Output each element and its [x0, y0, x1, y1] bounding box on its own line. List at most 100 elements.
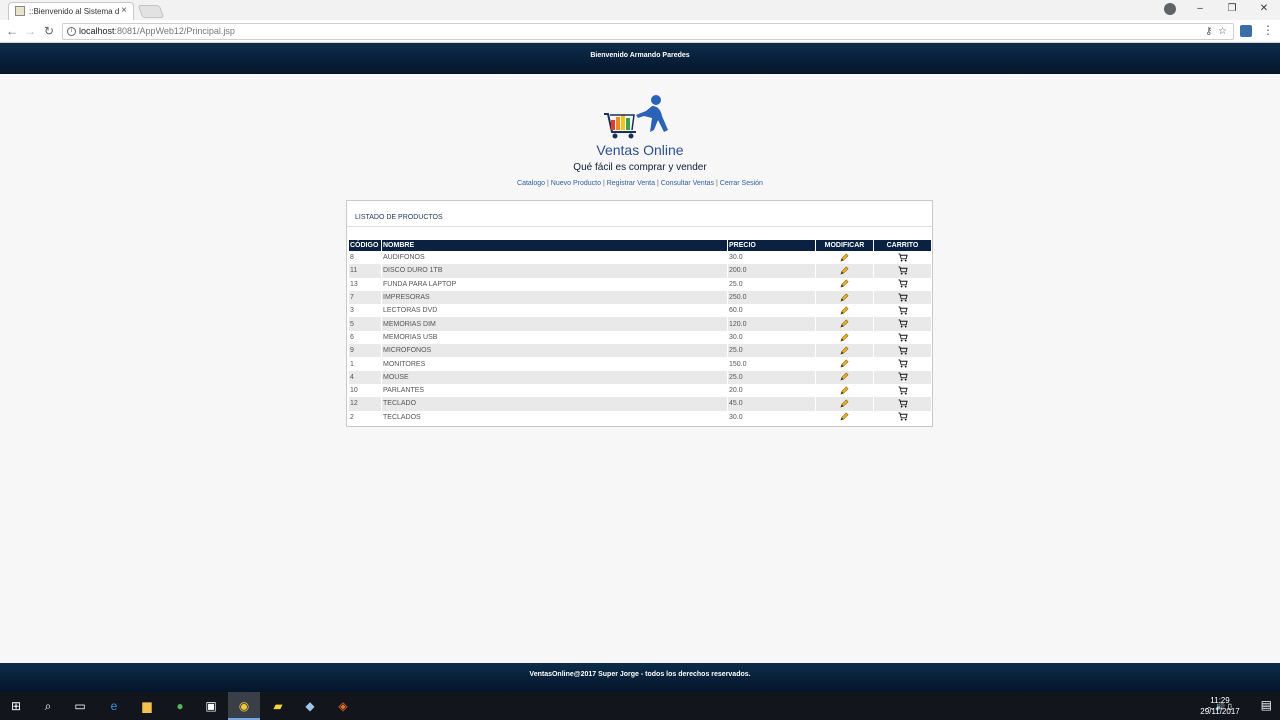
table-row: 12 TECLADO 45.0: [349, 397, 931, 411]
table-row: 7 IMPRESORAS 250.0: [349, 290, 931, 305]
cell-codigo: 10: [349, 383, 381, 398]
table-row: 9 MICROFONOS 25.0: [349, 344, 931, 358]
cell-codigo: 6: [349, 330, 381, 345]
cell-codigo: 5: [349, 317, 381, 331]
cell-modificar: [816, 330, 873, 345]
pencil-edit-icon[interactable]: [840, 266, 849, 275]
pencil-edit-icon[interactable]: [840, 306, 849, 315]
cell-nombre: DISCO DURO 1TB: [382, 264, 727, 278]
add-to-cart-icon[interactable]: [898, 279, 908, 288]
store-icon[interactable]: ▣: [201, 696, 221, 716]
add-to-cart-icon[interactable]: [898, 333, 908, 342]
new-tab-button[interactable]: [137, 5, 165, 18]
cell-nombre: TECLADOS: [382, 410, 727, 424]
pencil-edit-icon[interactable]: [840, 359, 849, 368]
add-to-cart-icon[interactable]: [898, 412, 908, 421]
add-to-cart-icon[interactable]: [898, 306, 908, 315]
products-table-body: 8 AUDIFONOS 30.0 11 DISCO DURO 1TB 200.0 13 FUN…: [349, 251, 931, 424]
chrome-icon[interactable]: ◉: [228, 692, 260, 720]
edge-browser-icon[interactable]: e: [104, 696, 124, 716]
cell-precio: 30.0: [728, 330, 815, 345]
pencil-edit-icon[interactable]: [840, 293, 849, 302]
column-header-nombre: NOMBRE: [382, 240, 727, 251]
cell-modificar: [816, 397, 873, 411]
cell-nombre: MOUSE: [382, 370, 727, 384]
pencil-edit-icon[interactable]: [840, 253, 849, 262]
add-to-cart-icon[interactable]: [898, 319, 908, 328]
site-info-icon[interactable]: i: [67, 27, 76, 36]
nav-link-cerrar-sesion[interactable]: Cerrar Sesión: [720, 180, 763, 187]
profile-icon[interactable]: [1164, 3, 1176, 15]
app-green-icon[interactable]: ●: [170, 696, 190, 716]
shopping-cart-person-icon: [604, 95, 668, 139]
cell-precio: 120.0: [728, 317, 815, 331]
tab-close-icon[interactable]: ×: [121, 5, 127, 16]
pencil-edit-icon[interactable]: [840, 333, 849, 342]
taskbar-clock[interactable]: 11:29 29/11/2017: [1198, 695, 1242, 717]
add-to-cart-icon[interactable]: [898, 399, 908, 408]
cell-codigo: 1: [349, 357, 381, 371]
cell-precio: 25.0: [728, 344, 815, 358]
table-row: 10 PARLANTES 20.0: [349, 383, 931, 398]
add-to-cart-icon[interactable]: [898, 346, 908, 355]
cell-precio: 250.0: [728, 290, 815, 305]
windows-start-icon[interactable]: ⊞: [6, 696, 26, 716]
add-to-cart-icon[interactable]: [898, 359, 908, 368]
table-row: 3 LECTORAS DVD 60.0: [349, 304, 931, 318]
virtualbox-icon[interactable]: ◆: [300, 696, 320, 716]
bookmark-star-icon[interactable]: ☆: [1218, 26, 1227, 37]
nav-link-consultar-ventas[interactable]: Consultar Ventas: [661, 180, 714, 187]
pencil-edit-icon[interactable]: [840, 386, 849, 395]
column-header-carrito: CARRITO: [874, 240, 931, 251]
extension-icon[interactable]: [1240, 25, 1252, 37]
pencil-edit-icon[interactable]: [840, 346, 849, 355]
tab-title: ::Bienvenido al Sistema d: [29, 7, 119, 16]
cell-modificar: [816, 251, 873, 265]
pencil-edit-icon[interactable]: [840, 399, 849, 408]
nav-link-nuevo-producto[interactable]: Nuevo Producto: [551, 180, 601, 187]
nav-link-registrar-venta[interactable]: Registrar Venta: [607, 180, 655, 187]
add-to-cart-icon[interactable]: [898, 372, 908, 382]
cell-carrito: [874, 344, 931, 358]
table-row: 2 TECLADOS 30.0: [349, 410, 931, 424]
logo-title: Ventas Online: [596, 142, 684, 158]
cell-codigo: 4: [349, 370, 381, 384]
nav-link-catalogo[interactable]: Catalogo: [517, 180, 545, 187]
pencil-edit-icon[interactable]: [840, 412, 849, 421]
cell-precio: 60.0: [728, 304, 815, 318]
close-window-button[interactable]: ✕: [1248, 0, 1280, 20]
add-to-cart-icon[interactable]: [898, 266, 908, 275]
search-icon[interactable]: ⌕: [38, 696, 58, 716]
cell-nombre: AUDIFONOS: [382, 251, 727, 265]
netbeans-icon[interactable]: ◈: [333, 696, 353, 716]
forward-arrow-icon[interactable]: →: [22, 23, 38, 39]
cell-modificar: [816, 317, 873, 331]
clock-time: 11:29: [1210, 696, 1230, 705]
minimize-button[interactable]: –: [1184, 0, 1216, 20]
add-to-cart-icon[interactable]: [898, 386, 908, 395]
pencil-edit-icon[interactable]: [840, 319, 849, 328]
pencil-edit-icon[interactable]: [840, 372, 849, 381]
browser-toolbar: ← → ↻ i localhost:8081/AppWeb12/Principa…: [0, 20, 1280, 43]
column-header-codigo: CÓDIGO: [349, 240, 381, 251]
panel-divider: [347, 226, 932, 227]
cell-modificar: [816, 264, 873, 278]
pencil-edit-icon[interactable]: [840, 279, 849, 288]
file-explorer-icon[interactable]: ▆: [137, 696, 157, 716]
nav-separator: |: [715, 180, 718, 187]
cell-codigo: 3: [349, 304, 381, 318]
add-to-cart-icon[interactable]: [898, 253, 908, 262]
restore-button[interactable]: ❐: [1216, 0, 1248, 20]
browser-tab[interactable]: ::Bienvenido al Sistema d ×: [8, 2, 134, 20]
address-bar[interactable]: i localhost:8081/AppWeb12/Principal.jsp …: [62, 23, 1234, 40]
reload-icon[interactable]: ↻: [41, 23, 57, 39]
add-to-cart-icon[interactable]: [898, 293, 908, 302]
back-arrow-icon[interactable]: ←: [4, 23, 20, 39]
browser-menu-icon[interactable]: ⋮: [1262, 23, 1274, 37]
task-view-icon[interactable]: ▭: [70, 696, 90, 716]
sticky-notes-icon[interactable]: ▰: [268, 696, 288, 716]
browser-tab-bar: ::Bienvenido al Sistema d × – ❐ ✕: [0, 0, 1280, 20]
key-icon[interactable]: ⚷: [1205, 26, 1212, 37]
clock-date: 29/11/2017: [1200, 707, 1240, 716]
notification-center-icon[interactable]: ▤: [1261, 698, 1272, 712]
